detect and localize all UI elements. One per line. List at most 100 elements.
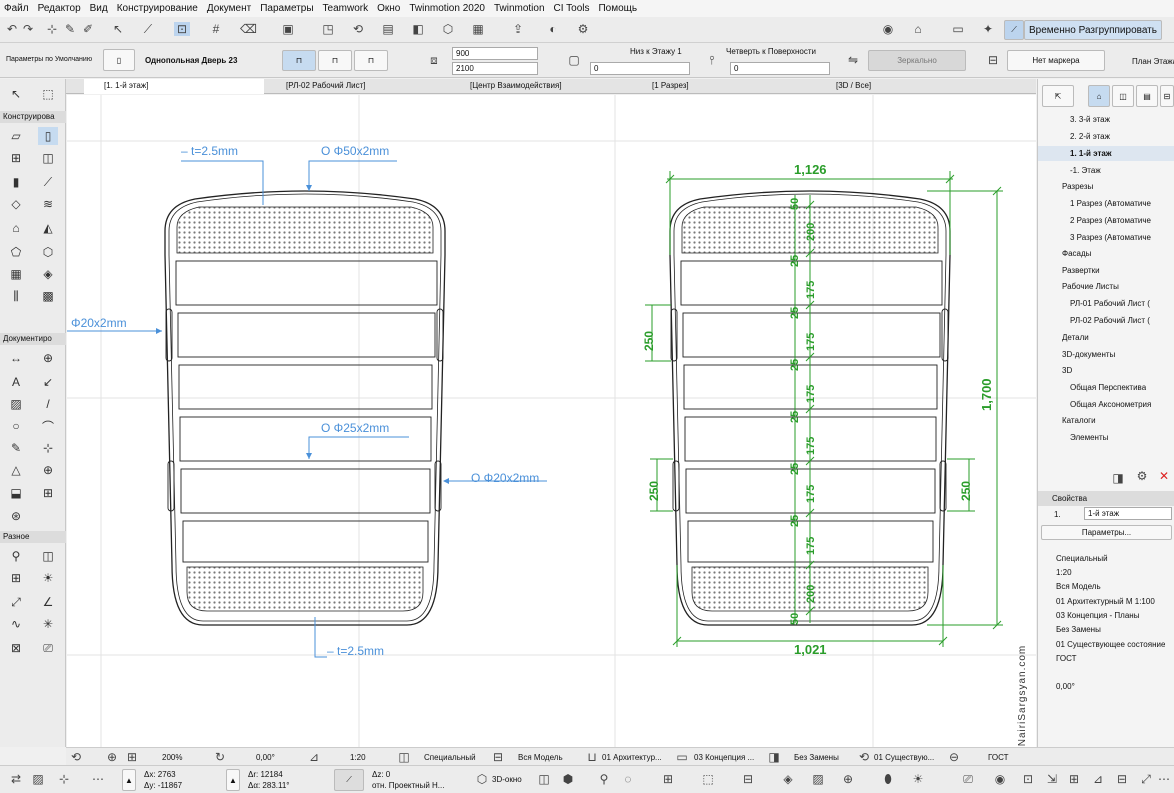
tree-interior-elev[interactable]: Развертки bbox=[1062, 263, 1100, 278]
marquee-tool-icon[interactable]: ⬚ bbox=[38, 85, 58, 103]
window-icon[interactable]: ▭ bbox=[950, 22, 966, 36]
navigator-view-button[interactable]: ⇱ bbox=[1042, 85, 1074, 107]
layer-toggle-icon[interactable]: ⊟ bbox=[1114, 772, 1130, 786]
view-map-button[interactable]: ◫ bbox=[1112, 85, 1134, 107]
model-value[interactable]: Вся Модель bbox=[518, 753, 563, 762]
pick-icon[interactable]: ⊹ bbox=[44, 22, 60, 36]
anchor-left-button[interactable]: ⊓ bbox=[282, 50, 316, 71]
menu-options[interactable]: Параметры bbox=[260, 3, 313, 14]
column-tool-icon[interactable]: ▮ bbox=[6, 173, 26, 191]
misc-section[interactable]: Разное bbox=[0, 531, 66, 543]
orbit-icon[interactable]: ◌ bbox=[620, 772, 636, 786]
change-icon[interactable]: ⊠ bbox=[6, 639, 26, 657]
tree-section-3[interactable]: 3 Разрез (Автоматиче bbox=[1070, 230, 1151, 245]
eye-tool-icon[interactable]: ◉ bbox=[992, 772, 1008, 786]
layer-icon[interactable]: ◫ bbox=[396, 750, 412, 764]
cutplane-icon[interactable]: ⬚ bbox=[700, 772, 716, 786]
relative-level[interactable]: отн. Проектный Н... bbox=[372, 781, 444, 790]
mvo-value[interactable]: 03 Концепция ... bbox=[694, 753, 754, 762]
spline-icon[interactable]: ∿ bbox=[6, 615, 26, 633]
tracker-icon[interactable]: ⇄ bbox=[8, 772, 24, 786]
mesh-icon[interactable]: ▩ bbox=[38, 287, 58, 305]
eye-icon[interactable]: ◉ bbox=[880, 22, 896, 36]
publisher-button[interactable]: ⊟ bbox=[1160, 85, 1174, 107]
camera-tool-icon[interactable]: ⎚ bbox=[38, 639, 58, 657]
orientation-icon[interactable]: ↻ bbox=[212, 750, 228, 764]
mvo-icon[interactable]: ▭ bbox=[674, 750, 690, 764]
snap-icon[interactable]: ⊡ bbox=[174, 22, 190, 36]
teamwork-icon[interactable]: ⟲ bbox=[350, 22, 366, 36]
menu-twinmotion2020[interactable]: Twinmotion 2020 bbox=[409, 3, 485, 14]
props-name-field[interactable]: 1-й этаж bbox=[1084, 507, 1172, 520]
tree-worksheet-2[interactable]: РЛ-02 Рабочий Лист ( bbox=[1070, 313, 1150, 328]
plane-button[interactable]: ⟋ bbox=[334, 769, 364, 791]
angle-value[interactable]: 0,00° bbox=[256, 753, 275, 762]
tree-section-2[interactable]: 2 Разрез (Автоматиче bbox=[1070, 213, 1151, 228]
door-settings-button[interactable]: ▯ bbox=[103, 49, 135, 71]
project-map-button[interactable]: ⌂ bbox=[1088, 85, 1110, 107]
props-scale[interactable]: 1:20 bbox=[1056, 565, 1072, 580]
layers-icon[interactable]: ▣ bbox=[280, 22, 296, 36]
props-settings-button[interactable]: Параметры... bbox=[1041, 525, 1172, 540]
document-section[interactable]: Документиро bbox=[0, 333, 66, 345]
menu-file[interactable]: Файл bbox=[4, 3, 29, 14]
override-icon[interactable]: ◨ bbox=[766, 750, 782, 764]
menu-edit[interactable]: Редактор bbox=[38, 3, 81, 14]
tab-worksheet[interactable]: [РЛ-02 Рабочий Лист] bbox=[266, 79, 446, 94]
height-field[interactable]: 2100 bbox=[452, 62, 538, 75]
curtain-wall-icon[interactable]: ▦ bbox=[6, 265, 26, 283]
stair-tool-icon[interactable]: ≋ bbox=[38, 195, 58, 213]
cursor-snap-icon[interactable]: ⊹ bbox=[56, 772, 72, 786]
lamp-icon[interactable]: ⚲ bbox=[6, 547, 26, 565]
walk-icon[interactable]: ⚲ bbox=[596, 772, 612, 786]
undo-zoom-icon[interactable]: ⟲ bbox=[68, 750, 84, 764]
scale-value[interactable]: 1:20 bbox=[350, 753, 366, 762]
publish-icon[interactable]: ⇪ bbox=[510, 22, 526, 36]
cube-icon[interactable]: ◫ bbox=[536, 772, 552, 786]
sun-icon[interactable]: ✳ bbox=[38, 615, 58, 633]
menu-window[interactable]: Окно bbox=[377, 3, 400, 14]
filter-icon[interactable]: ⊟ bbox=[740, 772, 756, 786]
tree-catalogs[interactable]: Каталоги bbox=[1062, 413, 1096, 428]
dimension-value[interactable]: ГОСТ bbox=[988, 753, 1009, 762]
model-icon[interactable]: ⊟ bbox=[490, 750, 506, 764]
door-tool-icon[interactable]: ▯ bbox=[38, 127, 58, 145]
radial-dim-icon[interactable]: ⤢ bbox=[6, 593, 26, 611]
explore-icon[interactable]: ⊞ bbox=[660, 772, 676, 786]
fullscreen-icon[interactable]: ⤢ bbox=[1138, 772, 1154, 787]
tree-3d[interactable]: 3D bbox=[1062, 363, 1072, 378]
tree-3d-docs[interactable]: 3D-документы bbox=[1062, 347, 1115, 362]
width-field[interactable]: 900 bbox=[452, 47, 538, 60]
abs-rel-button-1[interactable]: ▲ bbox=[122, 769, 136, 791]
3d-window-label[interactable]: 3D-окно bbox=[492, 775, 522, 784]
style-icon[interactable]: ◈ bbox=[780, 772, 796, 786]
drawing-canvas[interactable]: – t=2.5mm O Φ50x2mm Φ20x2mm O Φ25x2mm O … bbox=[67, 95, 1036, 747]
object-tool-icon[interactable]: ◫ bbox=[38, 149, 58, 167]
syringe-icon[interactable]: ✐ bbox=[80, 22, 96, 36]
layout-book-button[interactable]: ▤ bbox=[1136, 85, 1158, 107]
undo-icon[interactable]: ↶ bbox=[4, 22, 20, 36]
fill-tool-icon[interactable]: ▨ bbox=[6, 395, 26, 413]
circle-tool-icon[interactable]: ○ bbox=[6, 417, 26, 435]
redo-icon[interactable]: ↷ bbox=[20, 22, 36, 36]
zoom-in-icon[interactable]: ⊕ bbox=[104, 750, 120, 764]
tree-elements[interactable]: Элементы bbox=[1070, 430, 1108, 445]
polyline-tool-icon[interactable]: ⌒ bbox=[38, 417, 58, 435]
tools-icon[interactable]: ⚙ bbox=[575, 22, 591, 36]
menu-ci-tools[interactable]: CI Tools bbox=[554, 3, 590, 14]
wall-end-icon[interactable]: ◫ bbox=[38, 547, 58, 565]
wall-tool-icon[interactable]: ▱ bbox=[6, 127, 26, 145]
eraser-icon[interactable]: ⌫ bbox=[240, 22, 257, 36]
guideline-icon[interactable]: ⟋ bbox=[140, 22, 156, 37]
shading-icon[interactable]: ▨ bbox=[810, 772, 826, 786]
ungroup-button[interactable]: Временно Разгруппировать bbox=[1024, 20, 1162, 40]
props-penset[interactable]: 01 Архитектурный М 1:100 bbox=[1056, 594, 1155, 609]
twinmotion-icon[interactable]: ◐ bbox=[545, 22, 561, 36]
props-layer[interactable]: Специальный bbox=[1056, 551, 1108, 566]
line-tool-icon[interactable]: / bbox=[38, 395, 58, 413]
paint-icon[interactable]: ⬮ bbox=[880, 772, 896, 787]
ruler-icon[interactable]: ⊿ bbox=[1090, 772, 1106, 786]
quarter-field[interactable]: 0 bbox=[730, 62, 830, 75]
level-dim-icon[interactable]: ⊕ bbox=[38, 349, 58, 367]
settings-icon[interactable]: ⚙ bbox=[1134, 469, 1150, 483]
